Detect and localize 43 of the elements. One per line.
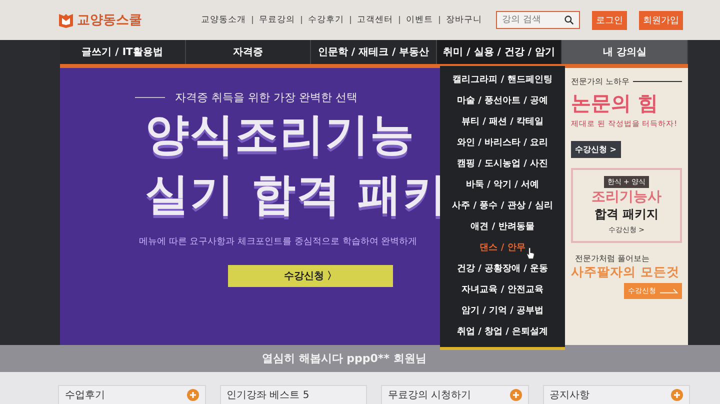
ad-subtitle: 합격 패키지 xyxy=(594,206,659,223)
menu-item[interactable]: 댄스 / 안무 xyxy=(440,238,565,259)
menu-item[interactable]: 마술 / 풍선아트 / 공예 xyxy=(440,91,565,112)
plus-icon[interactable] xyxy=(671,389,683,401)
pointer-hand-icon xyxy=(526,247,535,260)
logo-icon xyxy=(58,12,74,28)
section-title: 공지사항 xyxy=(550,389,590,402)
menu-item[interactable]: 와인 / 바리스타 / 요리 xyxy=(440,133,565,154)
menu-item[interactable]: 캘리그라피 / 핸드페인팅 xyxy=(440,70,565,91)
header-link[interactable]: 교양동소개 xyxy=(201,14,246,26)
enroll-button[interactable]: 수강신청 〉 xyxy=(228,265,393,287)
nav-tab[interactable]: 취미 / 실용 / 건강 / 암기 xyxy=(436,40,562,64)
banner-headline: 양식조리기능 xyxy=(145,108,415,162)
menu-item[interactable]: 자녀교육 / 안전교육 xyxy=(440,280,565,301)
ad-title: 조리기능사 xyxy=(592,188,662,206)
plus-icon[interactable] xyxy=(186,389,198,401)
menu-item[interactable]: 취업 / 창업 / 은퇴설계 xyxy=(440,322,565,343)
header-link[interactable]: 고객센터 xyxy=(357,14,393,26)
menu-item[interactable]: 뷰티 / 패션 / 칵테일 xyxy=(440,112,565,133)
enroll-button[interactable]: 수강신청 > xyxy=(571,141,620,158)
menu-item[interactable]: 건강 / 공황장애 / 운동 xyxy=(440,259,565,280)
banner-tagline: 자격증 취득을 위한 가장 완벽한 선택 xyxy=(175,90,358,105)
nav-tab[interactable]: 자격증 xyxy=(186,40,312,64)
search-icon[interactable] xyxy=(564,15,574,25)
section-title: 무료강의 시청하기 xyxy=(388,389,472,402)
menu-item[interactable]: 암기 / 기억 / 공부법 xyxy=(440,301,565,322)
ad-title: 사주팔자의 모든것 xyxy=(571,264,680,281)
header-link[interactable]: 장바구니 xyxy=(446,14,482,26)
section-title: 수업후기 xyxy=(65,389,105,402)
nav-tab[interactable]: 내 강의실 xyxy=(562,40,688,64)
plus-icon[interactable] xyxy=(510,389,522,401)
ad-kicker: 전문가의 노하우 xyxy=(571,76,630,87)
header-link[interactable]: 이벤트 xyxy=(406,14,433,26)
ad-kicker: 전문가처럼 풀어보는 xyxy=(575,253,650,264)
section-title: 인기강좌 베스트 5 xyxy=(226,389,310,402)
banner-description: 메뉴에 따른 요구사항과 체크포인트를 중심적으로 학습하여 완벽하게 xyxy=(139,236,418,248)
header-link[interactable]: 무료강의 xyxy=(259,14,295,26)
nav-tab[interactable]: 인문학 / 재테크 / 부동산 xyxy=(311,40,437,64)
ad-title: 논문의 힘 xyxy=(571,90,659,117)
header-link[interactable]: 수강후기 xyxy=(308,14,344,26)
search-field[interactable]: 강의 검색 xyxy=(496,11,580,29)
nav-tab[interactable]: 글쓰기 / IT활용법 xyxy=(60,40,186,64)
ticker-text: 열심히 해봅시다 ppp0** 회원님 xyxy=(262,351,426,366)
